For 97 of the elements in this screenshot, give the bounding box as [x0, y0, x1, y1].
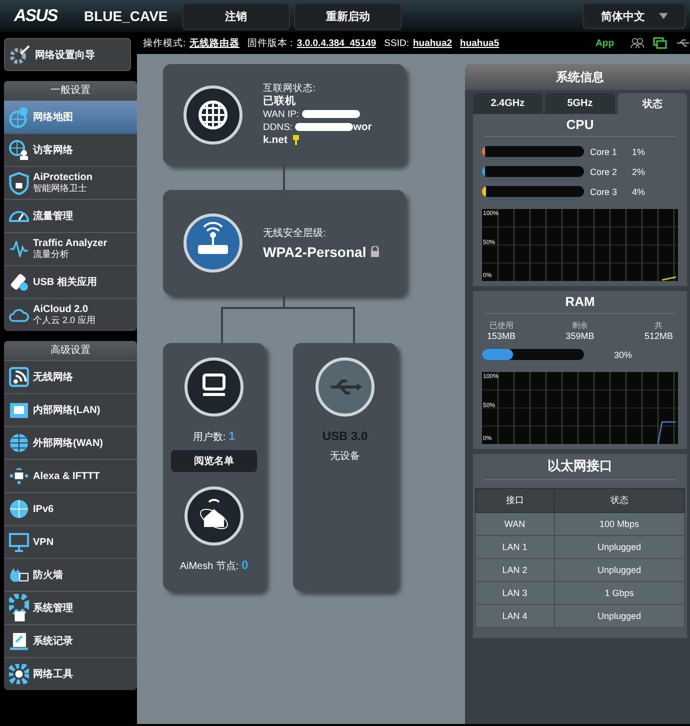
people-icon[interactable] — [630, 37, 644, 49]
ddns-label: DDNS: — [263, 122, 294, 133]
header-button[interactable]: 注销 — [182, 2, 290, 30]
wan-ip-label: WAN IP: — [263, 109, 300, 120]
ssid-link[interactable]: huahua2 — [412, 38, 452, 48]
cloud-icon — [9, 308, 29, 322]
table-cell: 1 Gbps — [554, 582, 684, 604]
section-title: CPU — [485, 114, 675, 137]
sidebar-item[interactable]: 网络地图 — [4, 100, 137, 133]
shield-lock-icon — [9, 172, 29, 194]
table-cell: LAN 1 — [476, 536, 554, 558]
aimesh-count: 0 — [242, 558, 248, 572]
sidebar-item[interactable]: AiCloud 2.0 个人云 2.0 应用 — [4, 298, 137, 331]
section-title: 以太网接口 — [485, 454, 675, 480]
table-cell: LAN 2 — [476, 558, 554, 582]
usage-line — [662, 276, 676, 281]
model-name: BLUE_CAVE — [84, 8, 169, 24]
core-name: Core 3 — [590, 186, 618, 196]
section-title: RAM — [485, 291, 675, 314]
mode-link[interactable]: 无线路由器 — [190, 36, 240, 50]
app-link[interactable]: App — [596, 38, 614, 48]
usage-line — [657, 421, 676, 444]
aimesh-label: AiMesh 节点: — [180, 561, 240, 572]
gear-wand-icon — [9, 44, 31, 66]
table-cell: Unplugged — [554, 536, 684, 558]
lock-icon — [370, 246, 380, 256]
table-cell: Unplugged — [554, 604, 684, 628]
security-label: 无线安全层级: — [263, 226, 327, 240]
globe-icon — [183, 84, 243, 144]
info-label: SSID: — [384, 38, 409, 48]
logo: ASUS — [14, 6, 59, 26]
globe-people-icon — [9, 140, 29, 160]
ram-stat: 共 512MB — [644, 320, 673, 341]
security-value: WPA2-Personal — [263, 244, 366, 260]
monitor-icon — [9, 532, 29, 552]
header-button[interactable]: 重新启动 — [294, 2, 402, 30]
column-header: 状态 — [554, 488, 684, 512]
menu-group-title: 一般设置 — [4, 81, 137, 100]
gauge-icon — [9, 210, 29, 222]
status-label: 互联网状态: — [263, 82, 317, 95]
core-reading: 2% — [632, 166, 646, 176]
core-name: Core 2 — [590, 166, 618, 176]
router-icon — [183, 212, 243, 272]
core-reading: 1% — [632, 146, 646, 156]
language-dropdown[interactable]: 简体中文 — [583, 3, 686, 29]
flame-icon — [9, 567, 29, 583]
wifi-icon — [9, 367, 29, 387]
sidebar-item[interactable]: 系统管理 — [4, 591, 137, 624]
table-cell: Unplugged — [554, 558, 684, 582]
ddns-text: wor — [353, 121, 372, 133]
lan-port-icon — [9, 402, 29, 418]
waveform-icon — [9, 241, 29, 257]
table-cell: WAN — [476, 512, 554, 536]
globe-icon — [9, 433, 29, 453]
notepad-icon — [9, 632, 29, 650]
quick-setup-button[interactable]: 网络设置向导 — [4, 38, 131, 71]
usb-icon[interactable] — [676, 37, 690, 49]
caret-icon — [659, 13, 668, 19]
table-cell: LAN 3 — [476, 582, 554, 604]
firmware-link[interactable]: 3.0.0.4.384_45149 — [296, 38, 376, 48]
table-cell: 100 Mbps — [554, 512, 684, 536]
ram-stat: 剩余 359MB — [566, 320, 594, 341]
usb-label: USB 3.0 — [322, 429, 368, 443]
gear-icon — [9, 664, 29, 684]
globe-icon — [9, 499, 29, 519]
globe-pin-icon — [9, 106, 29, 128]
table-cell: LAN 4 — [476, 604, 554, 628]
info-label: 固件版本 : — [248, 36, 293, 50]
info-label: 操作模式: — [143, 36, 186, 50]
redaction-mark — [302, 110, 360, 118]
router-dots-icon — [9, 468, 29, 484]
redaction-mark — [295, 123, 354, 132]
clients-count: 1 — [228, 429, 236, 443]
tab[interactable]: 5GHz — [545, 93, 615, 114]
clients-label: 用户数: — [192, 432, 227, 443]
usb-icon — [315, 357, 375, 417]
monitors-icon[interactable] — [653, 37, 667, 49]
sidebar-item[interactable]: 网络工具 — [4, 657, 137, 690]
ram-stat: 已使用 153MB — [487, 320, 516, 341]
panel-title: 系统信息 — [465, 64, 690, 90]
usb-stick-icon — [9, 272, 29, 292]
tab[interactable]: 状态 — [618, 93, 687, 114]
ssid-link[interactable]: huahua5 — [460, 38, 500, 48]
menu-group-title: 高级设置 — [4, 341, 137, 360]
core-name: Core 1 — [590, 146, 618, 156]
house-orbit-icon — [184, 486, 244, 546]
usb-status: 无设备 — [330, 450, 360, 463]
key-icon — [292, 135, 300, 146]
ddns-text: k.net — [263, 134, 288, 146]
column-header: 接口 — [476, 488, 554, 512]
gear-icon — [9, 594, 29, 622]
view-list-button[interactable]: 阅览名单 — [171, 450, 257, 472]
monitor-icon — [184, 357, 244, 417]
ram-reading: 30% — [614, 350, 632, 360]
core-reading: 4% — [632, 186, 646, 196]
status-value: 已联机 — [263, 95, 297, 108]
tab[interactable]: 2.4GHz — [473, 93, 542, 114]
